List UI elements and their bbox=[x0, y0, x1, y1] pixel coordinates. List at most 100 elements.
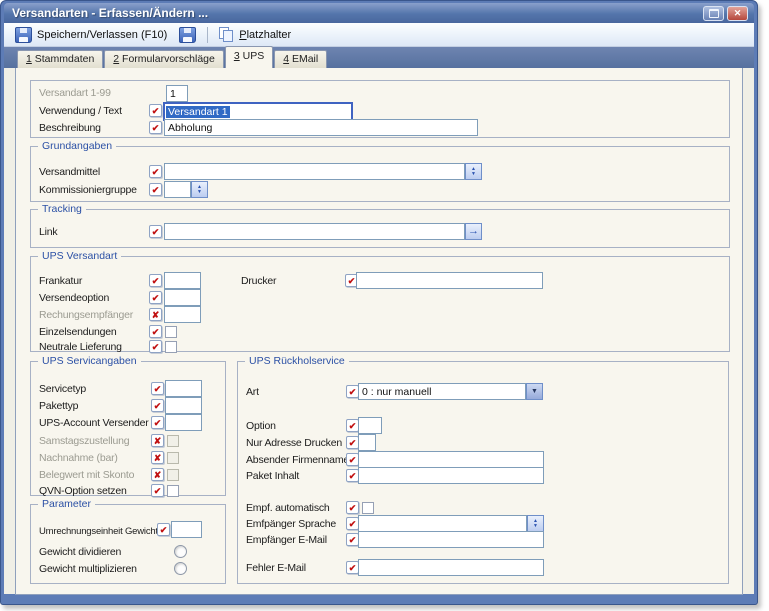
save-exit-button[interactable]: Speichern/Verlassen (F10) bbox=[9, 25, 173, 45]
dialog-window: Versandarten - Erfassen/Ändern ... ✕ Spe… bbox=[0, 0, 758, 605]
field-label-empf-email: Empfänger E-Mail bbox=[246, 534, 327, 546]
rechnungsempfaenger-input[interactable] bbox=[164, 306, 201, 323]
field-label-servicetyp: Servicetyp bbox=[39, 383, 87, 395]
versendeoption-input[interactable] bbox=[164, 289, 201, 306]
close-button[interactable]: ✕ bbox=[727, 5, 748, 21]
field-label-absender: Absender Firmenname bbox=[246, 454, 349, 466]
window-title: Versandarten - Erfassen/Ändern ... bbox=[12, 6, 209, 20]
field-label-ups-account: UPS-Account Versender bbox=[39, 417, 149, 429]
pakettyp-input[interactable] bbox=[165, 397, 202, 414]
chevron-down-icon: ▼ bbox=[531, 388, 538, 395]
check-toggle-icon[interactable]: ✔ bbox=[346, 501, 359, 514]
toolbar: Speichern/Verlassen (F10) Platzhalter bbox=[4, 23, 754, 47]
einzelsendungen-checkbox[interactable] bbox=[165, 326, 177, 338]
cross-toggle-icon[interactable]: ✘ bbox=[151, 434, 164, 447]
section-title: UPS Servicangaben bbox=[38, 354, 141, 368]
art-select[interactable]: 0 : nur manuell bbox=[358, 383, 526, 400]
qvn-checkbox[interactable] bbox=[167, 485, 179, 497]
art-dropdown-button[interactable]: ▼ bbox=[526, 383, 543, 400]
check-toggle-icon[interactable]: ✔ bbox=[149, 121, 162, 134]
check-toggle-icon[interactable]: ✔ bbox=[149, 291, 162, 304]
check-toggle-icon[interactable]: ✔ bbox=[149, 225, 162, 238]
check-toggle-icon[interactable]: ✔ bbox=[151, 399, 164, 412]
section-ups-versandart: UPS Versandart Frankatur ✔ Versendeoptio… bbox=[30, 249, 730, 353]
field-label-option: Option bbox=[246, 420, 276, 432]
field-label-beschreibung: Beschreibung bbox=[39, 122, 101, 134]
field-label-belegwert: Belegwert mit Skonto bbox=[39, 469, 135, 481]
check-toggle-icon[interactable]: ✔ bbox=[149, 340, 162, 353]
check-toggle-icon[interactable]: ✔ bbox=[151, 484, 164, 497]
field-label-art: Art bbox=[246, 386, 259, 398]
section-title: UPS Rückholservice bbox=[245, 354, 349, 368]
platzhalter-label: Platzhalter bbox=[239, 28, 292, 41]
field-label-empf-sprache: Emfpänger Sprache bbox=[246, 518, 336, 530]
check-toggle-icon[interactable]: ✔ bbox=[157, 523, 170, 536]
ups-account-input[interactable] bbox=[165, 414, 202, 431]
field-label-kommissioniergruppe: Kommissioniergruppe bbox=[39, 184, 137, 196]
spinner-button[interactable]: ▲ ▼ bbox=[527, 515, 544, 532]
umrechnung-input[interactable] bbox=[171, 521, 202, 538]
check-toggle-icon[interactable]: ✔ bbox=[149, 183, 162, 196]
save-icon bbox=[179, 26, 197, 43]
check-toggle-icon[interactable]: ✔ bbox=[149, 104, 162, 117]
field-label-dividieren: Gewicht dividieren bbox=[39, 546, 122, 558]
spinner-button[interactable]: ▲ ▼ bbox=[465, 163, 482, 180]
tab-page-ups: Versandart 1-99 1 Verwendung / Text ✔ Ve… bbox=[15, 67, 743, 595]
tab-formularvorschlaege[interactable]: 2 Formularvorschläge bbox=[104, 50, 224, 68]
spin-down-icon: ▼ bbox=[471, 170, 476, 177]
field-label-empf-auto: Empf. automatisch bbox=[246, 502, 330, 514]
section-grundangaben: Grundangaben Versandmittel ✔ ▲ ▼ Kommissi… bbox=[30, 139, 730, 202]
drucker-input[interactable] bbox=[356, 272, 543, 289]
field-label-pakettyp: Pakettyp bbox=[39, 400, 79, 412]
check-toggle-icon[interactable]: ✔ bbox=[151, 416, 164, 429]
tab-stammdaten[interactable]: 1 Stammdaten bbox=[17, 50, 104, 68]
versandart-nr-input[interactable]: 1 bbox=[166, 85, 188, 102]
field-label-nachnahme: Nachnahme (bar) bbox=[39, 452, 118, 464]
option-input[interactable] bbox=[358, 417, 382, 434]
title-bar[interactable]: Versandarten - Erfassen/Ändern ... ✕ bbox=[4, 3, 754, 23]
beschreibung-input[interactable]: Abholung bbox=[164, 119, 478, 136]
absender-input[interactable] bbox=[358, 451, 544, 468]
samstagszustellung-checkbox[interactable] bbox=[167, 435, 179, 447]
check-toggle-icon[interactable]: ✔ bbox=[151, 382, 164, 395]
section-title: Parameter bbox=[38, 497, 96, 511]
tab-ups[interactable]: 3 UPS bbox=[224, 46, 274, 68]
go-link-button[interactable]: → bbox=[465, 223, 482, 240]
section-parameter: Parameter Umrechnungseinheit Gewicht ✔ G… bbox=[30, 497, 226, 584]
paket-inhalt-input[interactable] bbox=[358, 467, 544, 484]
cross-toggle-icon[interactable]: ✘ bbox=[151, 451, 164, 464]
check-toggle-icon[interactable]: ✔ bbox=[149, 325, 162, 338]
section-title: UPS Versandart bbox=[38, 249, 122, 263]
cross-toggle-icon[interactable]: ✘ bbox=[151, 468, 164, 481]
section-tracking: Tracking Link ✔ → bbox=[30, 202, 730, 248]
versandmittel-input[interactable] bbox=[164, 163, 465, 180]
field-label-nur-adresse: Nur Adresse Drucken bbox=[246, 437, 342, 449]
kommissioniergruppe-input[interactable] bbox=[164, 181, 191, 198]
dividieren-radio[interactable] bbox=[174, 545, 187, 558]
nachnahme-checkbox[interactable] bbox=[167, 452, 179, 464]
link-input[interactable] bbox=[164, 223, 465, 240]
belegwert-checkbox[interactable] bbox=[167, 469, 179, 481]
save-icon bbox=[15, 26, 32, 43]
neutrale-lieferung-checkbox[interactable] bbox=[165, 341, 177, 353]
multiplizieren-radio[interactable] bbox=[174, 562, 187, 575]
section-head: Versandart 1-99 1 Verwendung / Text ✔ Ve… bbox=[30, 80, 730, 138]
field-label-frankatur: Frankatur bbox=[39, 275, 83, 287]
save-button[interactable] bbox=[173, 25, 202, 45]
check-toggle-icon[interactable]: ✔ bbox=[149, 165, 162, 178]
frankatur-input[interactable] bbox=[164, 272, 201, 289]
nur-adresse-input[interactable] bbox=[358, 434, 376, 451]
cross-toggle-icon[interactable]: ✘ bbox=[149, 308, 162, 321]
empf-email-input[interactable] bbox=[358, 531, 544, 548]
platzhalter-button[interactable]: Platzhalter bbox=[213, 25, 297, 44]
fehler-email-input[interactable] bbox=[358, 559, 544, 576]
restore-button[interactable] bbox=[703, 5, 724, 21]
close-icon: ✕ bbox=[733, 7, 742, 18]
section-title: Grundangaben bbox=[38, 139, 117, 153]
empf-sprache-input[interactable] bbox=[358, 515, 527, 532]
spinner-button[interactable]: ▲ ▼ bbox=[191, 181, 208, 198]
servicetyp-input[interactable] bbox=[165, 380, 202, 397]
empf-auto-checkbox[interactable] bbox=[362, 502, 374, 514]
check-toggle-icon[interactable]: ✔ bbox=[149, 274, 162, 287]
tab-email[interactable]: 4 EMail bbox=[274, 50, 328, 68]
